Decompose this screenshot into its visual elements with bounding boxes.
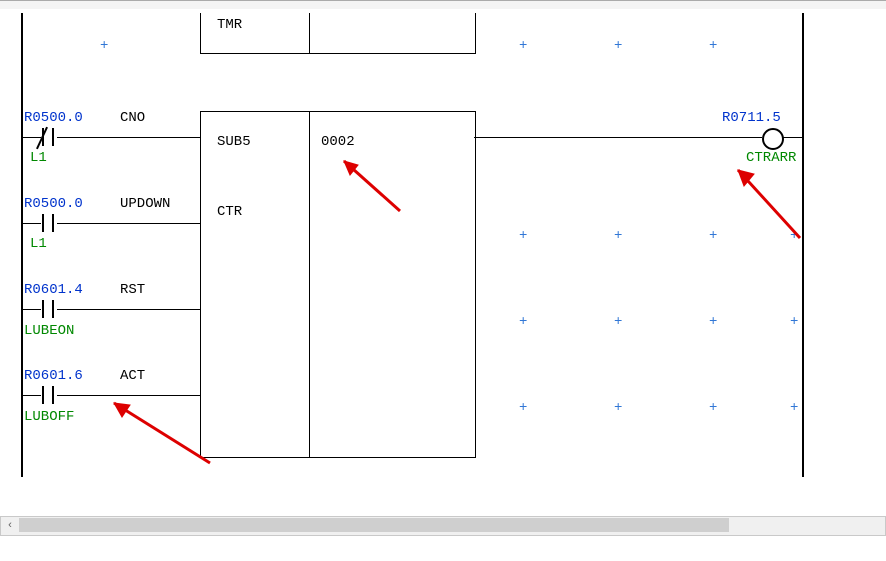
scroll-thumb[interactable]	[19, 518, 729, 532]
contact-comment: LUBEON	[24, 323, 74, 339]
ladder-editor-canvas[interactable]: TMR + + + + SUB5 0002 CTR R0711.5 CTRARR…	[0, 0, 886, 517]
grid-marker-icon: +	[709, 314, 717, 330]
annotation-arrow-icon	[330, 151, 410, 221]
chevron-left-icon: ‹	[7, 520, 14, 532]
grid-marker-icon: +	[614, 38, 622, 54]
function-block-tmr[interactable]: TMR	[200, 13, 476, 54]
contact-address: R0601.6	[24, 368, 83, 384]
contact-no-rst[interactable]	[39, 300, 57, 318]
grid-marker-icon: +	[519, 228, 527, 244]
grid-marker-icon: +	[614, 314, 622, 330]
grid-marker-icon: +	[790, 314, 798, 330]
wire	[474, 137, 762, 138]
grid-marker-icon: +	[519, 38, 527, 54]
contact-label: RST	[120, 282, 145, 298]
contact-address: R0601.4	[24, 282, 83, 298]
contact-nc-cno[interactable]	[39, 128, 57, 146]
contact-comment: LUBOFF	[24, 409, 74, 425]
wire	[57, 137, 200, 138]
grid-marker-icon: +	[709, 38, 717, 54]
fb-sub5-param: 0002	[321, 134, 355, 150]
contact-no-act[interactable]	[39, 386, 57, 404]
contact-label: UPDOWN	[120, 196, 170, 212]
contact-comment: L1	[30, 236, 47, 252]
annotation-arrow-icon	[720, 158, 810, 248]
contact-address: R0500.0	[24, 196, 83, 212]
grid-marker-icon: +	[709, 400, 717, 416]
wire	[57, 223, 200, 224]
grid-marker-icon: +	[519, 314, 527, 330]
annotation-arrow-icon	[100, 393, 220, 473]
contact-label: CNO	[120, 110, 145, 126]
wire	[57, 309, 200, 310]
contact-comment: L1	[30, 150, 47, 166]
grid-marker-icon: +	[614, 228, 622, 244]
contact-label: ACT	[120, 368, 145, 384]
fb-tmr-label: TMR	[217, 17, 242, 33]
grid-marker-icon: +	[100, 38, 108, 54]
contact-address: R0500.0	[24, 110, 83, 126]
grid-marker-icon: +	[614, 400, 622, 416]
grid-marker-icon: +	[790, 400, 798, 416]
grid-marker-icon: +	[519, 400, 527, 416]
scroll-track[interactable]	[19, 517, 885, 535]
fb-ctr-label: CTR	[217, 204, 242, 220]
horizontal-scrollbar[interactable]: ‹	[0, 516, 886, 536]
left-rail	[21, 13, 23, 477]
output-coil[interactable]	[762, 128, 784, 150]
scroll-left-button[interactable]: ‹	[1, 518, 19, 534]
contact-no-updown[interactable]	[39, 214, 57, 232]
grid-marker-icon: +	[709, 228, 717, 244]
coil-address: R0711.5	[722, 110, 781, 126]
fb-sub5-label: SUB5	[217, 134, 251, 150]
